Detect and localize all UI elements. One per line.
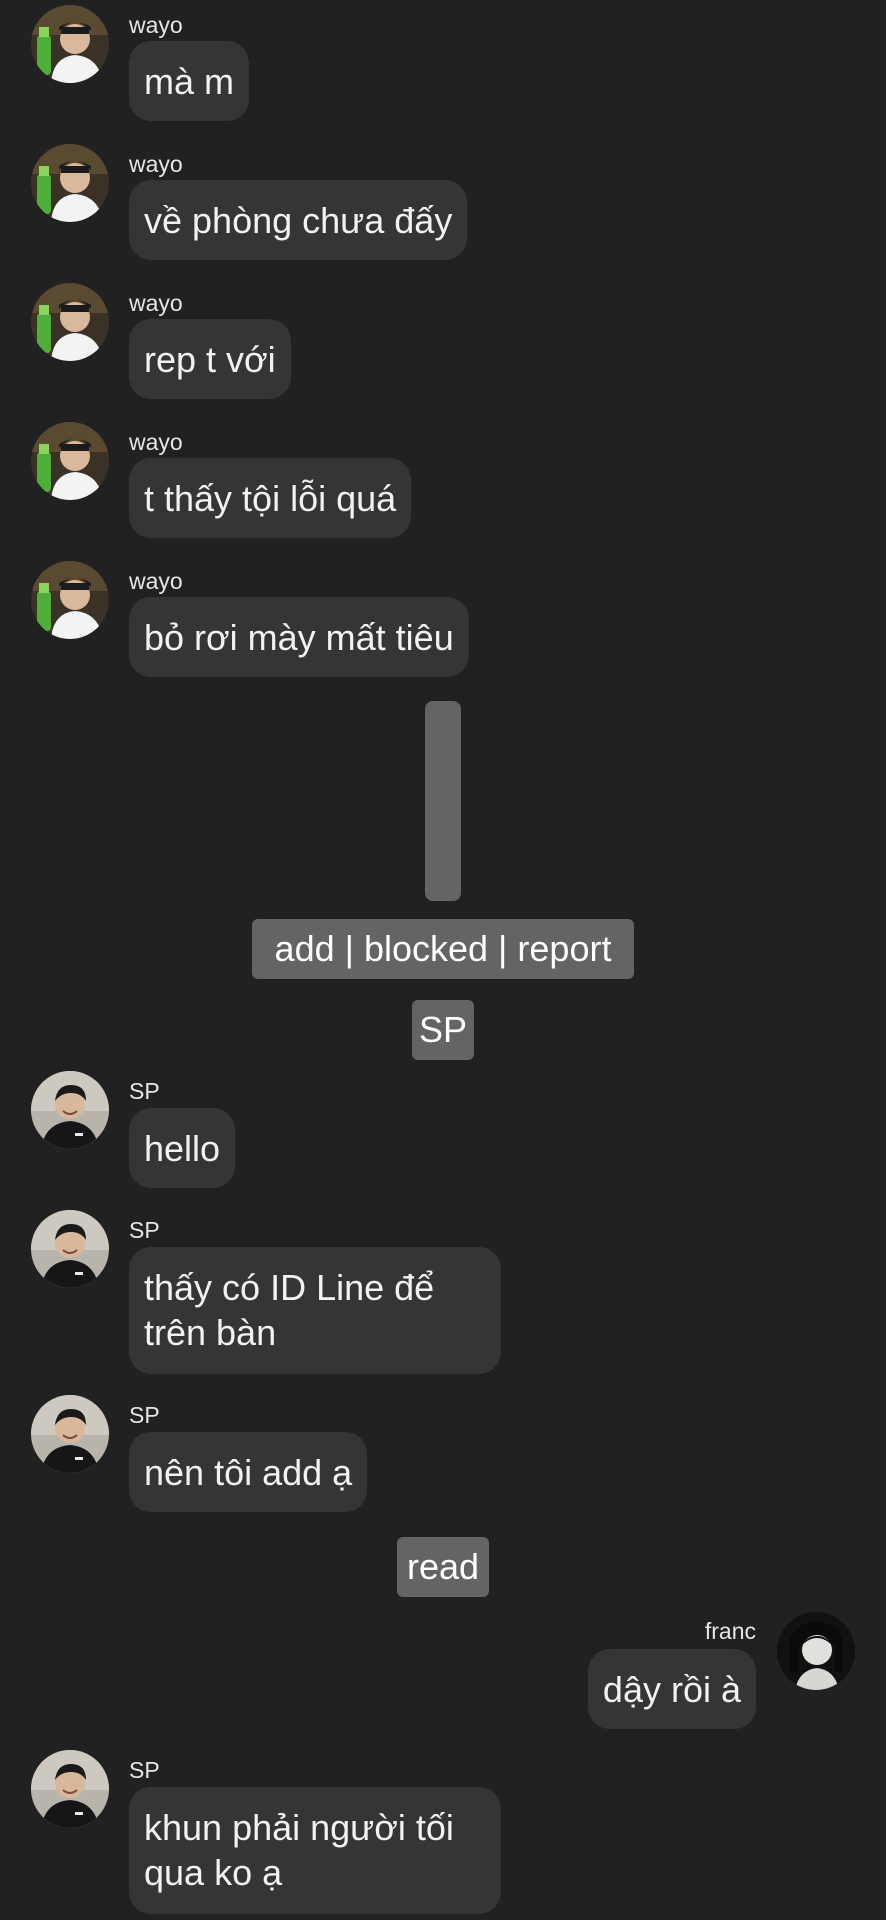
sender-name: wayo	[129, 568, 183, 594]
sender-name: wayo	[129, 429, 183, 455]
message-text: thấy có ID Line để trên bàn	[144, 1267, 435, 1353]
message-text: mà m	[144, 61, 234, 102]
message-bubble[interactable]: về phòng chưa đấy	[129, 180, 468, 260]
avatar-wayo-icon[interactable]	[31, 5, 109, 83]
message-bubble[interactable]: rep t với	[129, 319, 291, 399]
avatar-franc-icon[interactable]	[777, 1612, 855, 1690]
message-text: nên tôi add ạ	[144, 1452, 353, 1493]
message-bubble[interactable]: thấy có ID Line để trên bàn	[129, 1247, 501, 1374]
avatar-wayo-icon[interactable]	[31, 283, 109, 361]
sender-name: wayo	[129, 290, 183, 316]
message-text: hello	[144, 1128, 221, 1169]
message-bubble[interactable]: t thấy tội lỗi quá	[129, 458, 412, 538]
sender-name: SP	[129, 1217, 160, 1243]
sender-name: SP	[129, 1757, 160, 1783]
sender-name: SP	[129, 1402, 160, 1428]
avatar-sp-icon[interactable]	[31, 1071, 109, 1149]
avatar-sp-icon[interactable]	[31, 1395, 109, 1473]
sender-name: wayo	[129, 151, 183, 177]
message-text: t thấy tội lỗi quá	[144, 478, 397, 519]
avatar-sp-icon[interactable]	[31, 1750, 109, 1828]
avatar-wayo-icon[interactable]	[31, 561, 109, 639]
message-bubble[interactable]: mà m	[129, 41, 249, 121]
message-bubble[interactable]: nên tôi add ạ	[129, 1432, 368, 1512]
avatar-wayo-icon[interactable]	[31, 422, 109, 500]
avatar-wayo-icon[interactable]	[31, 144, 109, 222]
message-bubble[interactable]: khun phải người tối qua ko ạ	[129, 1787, 501, 1914]
message-text: khun phải người tối qua ko ạ	[144, 1807, 454, 1893]
message-text: về phòng chưa đấy	[144, 200, 453, 241]
scroll-handle[interactable]	[425, 701, 461, 901]
message-bubble[interactable]: dậy rồi à	[587, 1649, 756, 1729]
sender-name: SP	[129, 1078, 160, 1104]
sender-name: franc	[704, 1618, 756, 1644]
friend-actions-chip[interactable]: add | blocked | report	[252, 919, 634, 979]
read-receipt-chip: read	[397, 1537, 489, 1597]
avatar-sp-icon[interactable]	[31, 1210, 109, 1288]
message-bubble[interactable]: bỏ rơi mày mất tiêu	[129, 597, 469, 677]
message-text: rep t với	[144, 339, 276, 380]
message-bubble[interactable]: hello	[129, 1108, 236, 1188]
message-text: bỏ rơi mày mất tiêu	[144, 617, 454, 658]
contact-name-chip: SP	[412, 1000, 474, 1060]
message-text: dậy rồi à	[602, 1669, 741, 1710]
sender-name: wayo	[129, 12, 183, 38]
